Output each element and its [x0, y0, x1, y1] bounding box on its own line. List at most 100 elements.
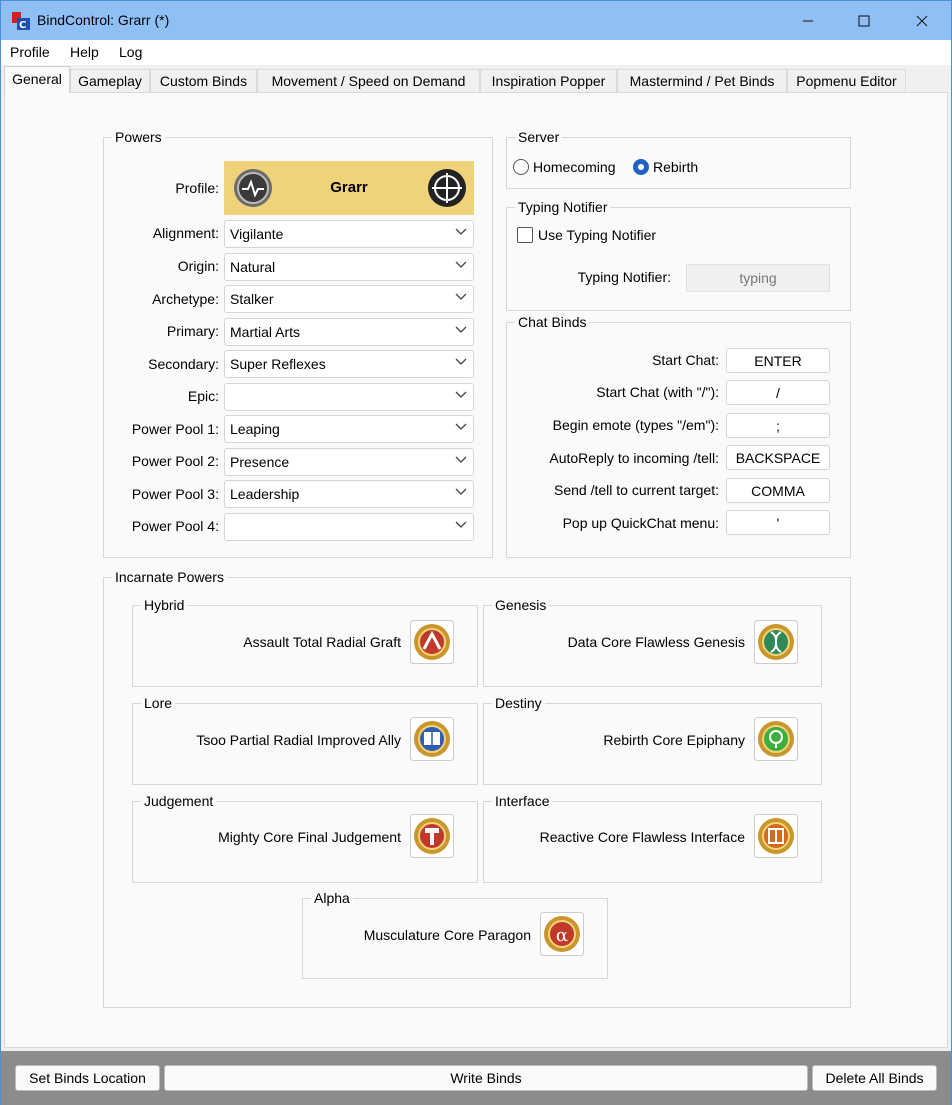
judgement-power: Mighty Core Final Judgement	[218, 829, 401, 845]
pool4-label: Power Pool 4:	[131, 518, 219, 534]
app-window: C BindControl: Grarr (*) Profile Help Lo…	[0, 0, 952, 1105]
alpha-title: Alpha	[311, 890, 353, 906]
typing-notifier-field[interactable]: typing	[686, 264, 830, 292]
origin-label: Origin:	[177, 258, 219, 274]
pool3-label: Power Pool 3:	[131, 486, 219, 502]
chevron-down-icon	[455, 521, 467, 528]
minimize-icon	[803, 20, 813, 21]
tab-movement[interactable]: Movement / Speed on Demand	[257, 69, 480, 92]
send-tell-label: Send /tell to current target:	[554, 482, 719, 498]
primary-label: Primary:	[166, 323, 219, 339]
app-icon: C	[12, 12, 30, 31]
minimize-button[interactable]	[779, 1, 837, 40]
start-chat-label: Start Chat:	[652, 352, 719, 368]
pool2-select[interactable]: Presence	[224, 448, 474, 476]
judgement-icon[interactable]	[410, 814, 454, 858]
hybrid-power: Assault Total Radial Graft	[243, 634, 401, 650]
pool1-value: Leaping	[230, 421, 280, 437]
chevron-down-icon	[455, 293, 467, 300]
chevron-down-icon	[455, 391, 467, 398]
judgement-title: Judgement	[141, 793, 217, 809]
homecoming-radio[interactable]	[513, 159, 529, 175]
pool1-select[interactable]: Leaping	[224, 415, 474, 443]
maximize-button[interactable]	[835, 1, 893, 40]
chevron-down-icon	[455, 456, 467, 463]
profile-label: Profile:	[175, 180, 219, 196]
menu-log[interactable]: Log	[119, 44, 142, 60]
interface-title: Interface	[492, 793, 553, 809]
interface-power: Reactive Core Flawless Interface	[539, 829, 745, 845]
autoreply-key[interactable]: BACKSPACE	[726, 445, 830, 470]
genesis-power: Data Core Flawless Genesis	[567, 634, 745, 650]
pool3-value: Leadership	[230, 486, 300, 502]
destiny-icon[interactable]	[754, 717, 798, 761]
pool3-select[interactable]: Leadership	[224, 480, 474, 508]
archetype-select[interactable]: Stalker	[224, 285, 474, 313]
homecoming-label[interactable]: Homecoming	[533, 159, 615, 175]
archetype-value: Stalker	[230, 291, 274, 307]
origin-value: Natural	[230, 259, 276, 275]
chevron-down-icon	[455, 488, 467, 495]
delete-all-binds-button[interactable]: Delete All Binds	[812, 1065, 937, 1091]
destiny-power: Rebirth Core Epiphany	[603, 732, 745, 748]
svg-text:α: α	[556, 925, 568, 946]
maximize-icon	[858, 15, 870, 26]
lore-power: Tsoo Partial Radial Improved Ally	[196, 732, 401, 748]
chevron-down-icon	[455, 228, 467, 235]
close-button[interactable]	[893, 1, 951, 40]
secondary-label: Secondary:	[148, 356, 219, 372]
target-icon[interactable]	[427, 168, 467, 208]
write-binds-button[interactable]: Write Binds	[164, 1065, 808, 1091]
tab-mastermind[interactable]: Mastermind / Pet Binds	[617, 69, 787, 92]
pool4-select[interactable]	[224, 513, 474, 541]
tab-general[interactable]: General	[4, 66, 70, 93]
tab-popmenu-editor[interactable]: Popmenu Editor	[787, 69, 906, 92]
pool1-label: Power Pool 1:	[131, 421, 219, 437]
typing-notifier-checkbox-label[interactable]: Use Typing Notifier	[538, 227, 656, 243]
start-chat-key[interactable]: ENTER	[726, 348, 830, 373]
chevron-down-icon	[455, 358, 467, 365]
rebirth-radio[interactable]	[633, 159, 649, 175]
typing-notifier-group: Typing Notifier	[506, 199, 851, 311]
primary-select[interactable]: Martial Arts	[224, 318, 474, 346]
footer-bar: Set Binds Location Write Binds Delete Al…	[1, 1051, 951, 1105]
alignment-label: Alignment:	[152, 225, 219, 241]
menu-profile[interactable]: Profile	[10, 44, 50, 60]
tab-inspiration-popper[interactable]: Inspiration Popper	[480, 69, 617, 92]
typing-notifier-field-label: Typing Notifier:	[577, 269, 671, 285]
server-title: Server	[515, 129, 563, 145]
typing-notifier-title: Typing Notifier	[515, 199, 611, 215]
send-tell-key[interactable]: COMMA	[726, 478, 830, 503]
tab-gameplay[interactable]: Gameplay	[70, 69, 150, 92]
alpha-icon[interactable]: α	[540, 912, 584, 956]
tab-custom-binds[interactable]: Custom Binds	[150, 69, 257, 92]
incarnate-title: Incarnate Powers	[112, 569, 227, 585]
secondary-select[interactable]: Super Reflexes	[224, 350, 474, 378]
rebirth-label[interactable]: Rebirth	[653, 159, 698, 175]
begin-emote-key[interactable]: ;	[726, 413, 830, 438]
alignment-select[interactable]: Vigilante	[224, 220, 474, 248]
chevron-down-icon	[455, 261, 467, 268]
primary-value: Martial Arts	[230, 324, 301, 340]
destiny-title: Destiny	[492, 695, 545, 711]
menu-help[interactable]: Help	[70, 44, 99, 60]
interface-icon[interactable]	[754, 814, 798, 858]
lore-title: Lore	[141, 695, 176, 711]
menu-bar: Profile Help Log	[1, 40, 951, 65]
window-title: BindControl: Grarr (*)	[37, 12, 170, 28]
hybrid-title: Hybrid	[141, 597, 188, 613]
secondary-value: Super Reflexes	[230, 356, 326, 372]
chevron-down-icon	[455, 326, 467, 333]
genesis-icon[interactable]	[754, 620, 798, 664]
genesis-title: Genesis	[492, 597, 550, 613]
hybrid-icon[interactable]	[410, 620, 454, 664]
typing-notifier-checkbox[interactable]	[517, 227, 533, 243]
alpha-power: Musculature Core Paragon	[363, 927, 531, 943]
lore-icon[interactable]	[410, 717, 454, 761]
title-bar[interactable]: C BindControl: Grarr (*)	[1, 1, 951, 40]
origin-select[interactable]: Natural	[224, 253, 474, 281]
set-binds-location-button[interactable]: Set Binds Location	[15, 1065, 160, 1091]
quickchat-key[interactable]: '	[726, 510, 830, 535]
start-chat-slash-key[interactable]: /	[726, 380, 830, 405]
epic-select[interactable]	[224, 383, 474, 411]
